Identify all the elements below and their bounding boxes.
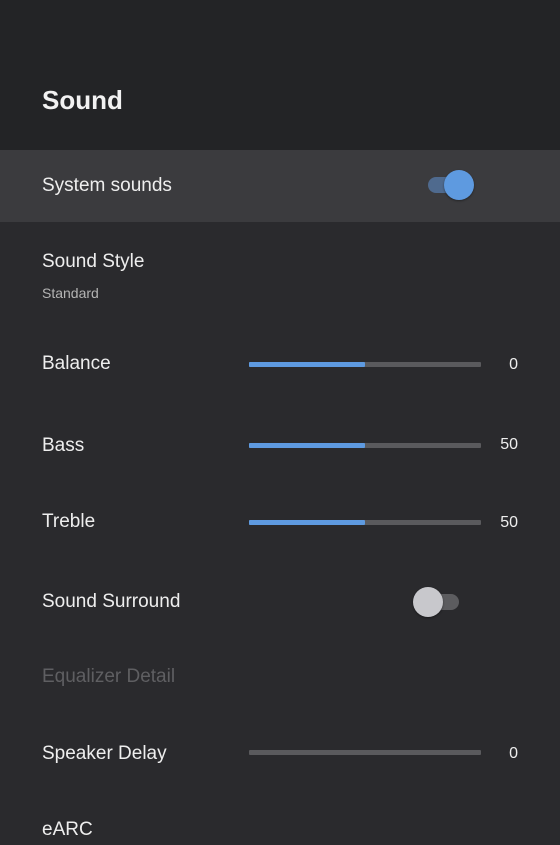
setting-treble[interactable]: Treble 50 bbox=[0, 494, 560, 550]
system-sounds-toggle[interactable] bbox=[426, 170, 474, 200]
sound-style-label: Sound Style bbox=[42, 251, 145, 272]
balance-slider-fill bbox=[249, 362, 365, 367]
toggle-thumb bbox=[444, 170, 474, 200]
settings-header: Sound bbox=[0, 0, 560, 150]
treble-slider[interactable] bbox=[249, 520, 481, 525]
setting-bass[interactable]: Bass 50 bbox=[0, 418, 560, 474]
treble-value: 50 bbox=[500, 514, 518, 531]
treble-label: Treble bbox=[42, 511, 96, 532]
balance-slider[interactable] bbox=[249, 362, 481, 367]
bass-slider-fill bbox=[249, 443, 365, 448]
speaker-delay-slider[interactable] bbox=[249, 750, 481, 755]
setting-system-sounds[interactable]: System sounds bbox=[0, 150, 560, 222]
speaker-delay-value: 0 bbox=[509, 745, 518, 762]
setting-equalizer-detail: Equalizer Detail bbox=[0, 652, 560, 702]
sound-surround-toggle[interactable] bbox=[413, 587, 461, 617]
balance-label: Balance bbox=[42, 353, 111, 374]
earc-label: eARC bbox=[42, 819, 93, 840]
page-title: Sound bbox=[42, 85, 123, 115]
bass-slider[interactable] bbox=[249, 443, 481, 448]
treble-slider-fill bbox=[249, 520, 365, 525]
speaker-delay-label: Speaker Delay bbox=[42, 743, 167, 764]
toggle-thumb bbox=[413, 587, 443, 617]
sound-settings-panel: Sound System sounds Sound Style Standard… bbox=[0, 0, 560, 845]
setting-balance[interactable]: Balance 0 bbox=[0, 336, 560, 392]
sound-style-value: Standard bbox=[42, 285, 99, 301]
setting-earc[interactable]: eARC bbox=[0, 806, 560, 845]
system-sounds-label: System sounds bbox=[42, 175, 172, 196]
setting-sound-style[interactable]: Sound Style Standard bbox=[0, 240, 560, 310]
equalizer-detail-label: Equalizer Detail bbox=[42, 666, 176, 687]
bass-label: Bass bbox=[42, 435, 85, 456]
balance-value: 0 bbox=[509, 356, 518, 373]
bass-value: 50 bbox=[500, 436, 518, 453]
setting-sound-surround[interactable]: Sound Surround bbox=[0, 574, 560, 630]
sound-surround-label: Sound Surround bbox=[42, 591, 181, 612]
setting-speaker-delay[interactable]: Speaker Delay 0 bbox=[0, 726, 560, 782]
